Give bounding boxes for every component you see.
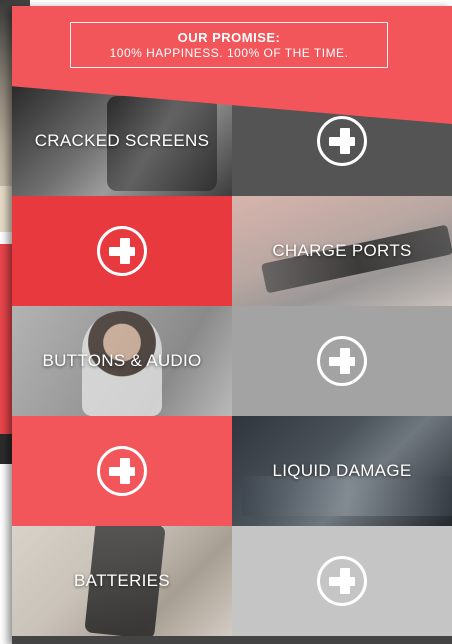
service-tile-cracked-screens[interactable]: CRACKED SCREENS: [12, 86, 232, 196]
plus-circle-icon[interactable]: [97, 446, 147, 496]
plus-circle-icon[interactable]: [317, 556, 367, 606]
service-label-cracked-screens: CRACKED SCREENS: [34, 131, 210, 150]
expand-tile-buttons-audio[interactable]: [232, 306, 452, 416]
services-grid: CRACKED SCREENS CHARGE PORTS BUTTONS & A…: [12, 86, 452, 636]
services-overlay-panel: OUR PROMISE: 100% HAPPINESS. 100% OF THE…: [12, 6, 452, 644]
expand-tile-batteries[interactable]: [232, 526, 452, 636]
plus-circle-icon[interactable]: [317, 336, 367, 386]
promise-text: 100% HAPPINESS. 100% OF THE TIME.: [109, 45, 349, 60]
service-tile-buttons-audio[interactable]: BUTTONS & AUDIO: [12, 306, 232, 416]
expand-tile-liquid-damage[interactable]: [12, 416, 232, 526]
service-row-buttons-audio: BUTTONS & AUDIO: [12, 306, 452, 416]
plus-circle-icon[interactable]: [317, 116, 367, 166]
service-label-buttons-audio: BUTTONS & AUDIO: [42, 351, 202, 370]
service-row-charge-ports: CHARGE PORTS: [12, 196, 452, 306]
service-tile-batteries[interactable]: BATTERIES: [12, 526, 232, 636]
service-label-charge-ports: CHARGE PORTS: [272, 241, 412, 260]
expand-tile-charge-ports[interactable]: [12, 196, 232, 306]
service-row-batteries: BATTERIES: [12, 526, 452, 636]
plus-circle-icon[interactable]: [97, 226, 147, 276]
service-tile-liquid-damage[interactable]: LIQUID DAMAGE: [232, 416, 452, 526]
service-tile-charge-ports[interactable]: CHARGE PORTS: [232, 196, 452, 306]
service-label-batteries: BATTERIES: [74, 571, 170, 590]
promise-title: OUR PROMISE:: [177, 30, 281, 45]
service-label-liquid-damage: LIQUID DAMAGE: [272, 461, 412, 480]
promise-box: OUR PROMISE: 100% HAPPINESS. 100% OF THE…: [70, 22, 388, 68]
service-row-liquid-damage: LIQUID DAMAGE: [12, 416, 452, 526]
